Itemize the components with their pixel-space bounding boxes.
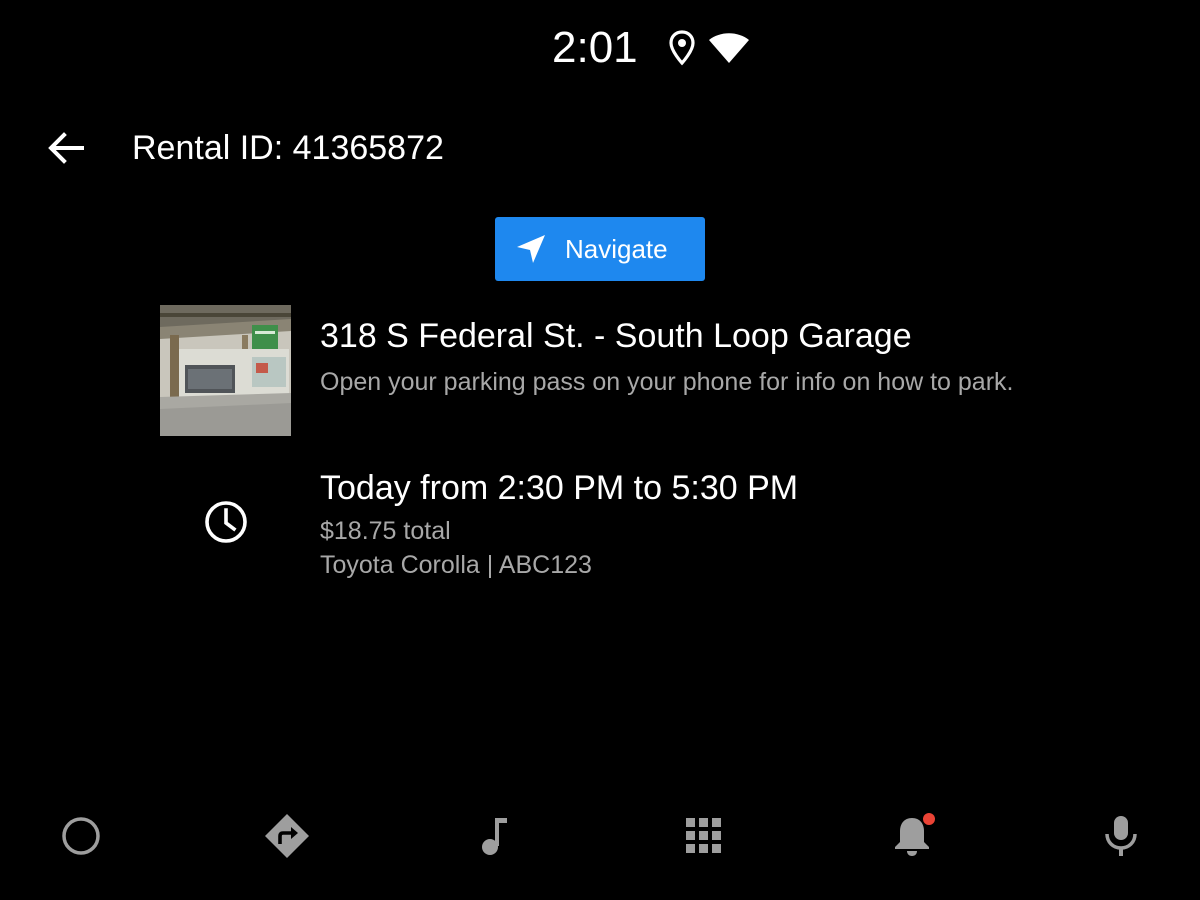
reservation-time: Today from 2:30 PM to 5:30 PM bbox=[320, 469, 799, 507]
navigate-button[interactable]: Navigate bbox=[495, 217, 705, 281]
circle-home-icon bbox=[57, 812, 105, 860]
bottom-nav-bar bbox=[0, 800, 1200, 870]
nav-assistant-button[interactable] bbox=[1097, 812, 1145, 860]
status-bar: 2:01 bbox=[0, 20, 1200, 76]
nav-media-button[interactable] bbox=[471, 812, 519, 860]
location-title: 318 S Federal St. - South Loop Garage bbox=[320, 317, 912, 355]
navigation-arrow-icon bbox=[515, 233, 547, 265]
directions-icon bbox=[263, 812, 311, 860]
nav-home-button[interactable] bbox=[57, 812, 105, 860]
nav-notifications-button[interactable] bbox=[888, 812, 936, 860]
location-subtitle: Open your parking pass on your phone for… bbox=[320, 368, 1014, 396]
navigate-label: Navigate bbox=[565, 234, 668, 264]
microphone-icon bbox=[1097, 812, 1145, 860]
clock-icon bbox=[203, 499, 249, 545]
reservation-vehicle: Toyota Corolla | ABC123 bbox=[320, 551, 592, 579]
wifi-icon bbox=[708, 30, 750, 66]
app-grid-icon bbox=[680, 812, 728, 860]
arrow-back-icon bbox=[40, 132, 92, 178]
notification-badge bbox=[922, 812, 936, 826]
page-title: Rental ID: 41365872 bbox=[132, 129, 444, 167]
nav-apps-button[interactable] bbox=[680, 812, 728, 860]
music-note-icon bbox=[471, 812, 519, 860]
location-icon bbox=[668, 30, 696, 66]
garage-photo bbox=[160, 305, 291, 436]
nav-directions-button[interactable] bbox=[263, 812, 311, 860]
status-time: 2:01 bbox=[552, 23, 638, 72]
reservation-price: $18.75 total bbox=[320, 517, 451, 545]
back-button[interactable] bbox=[40, 122, 92, 174]
